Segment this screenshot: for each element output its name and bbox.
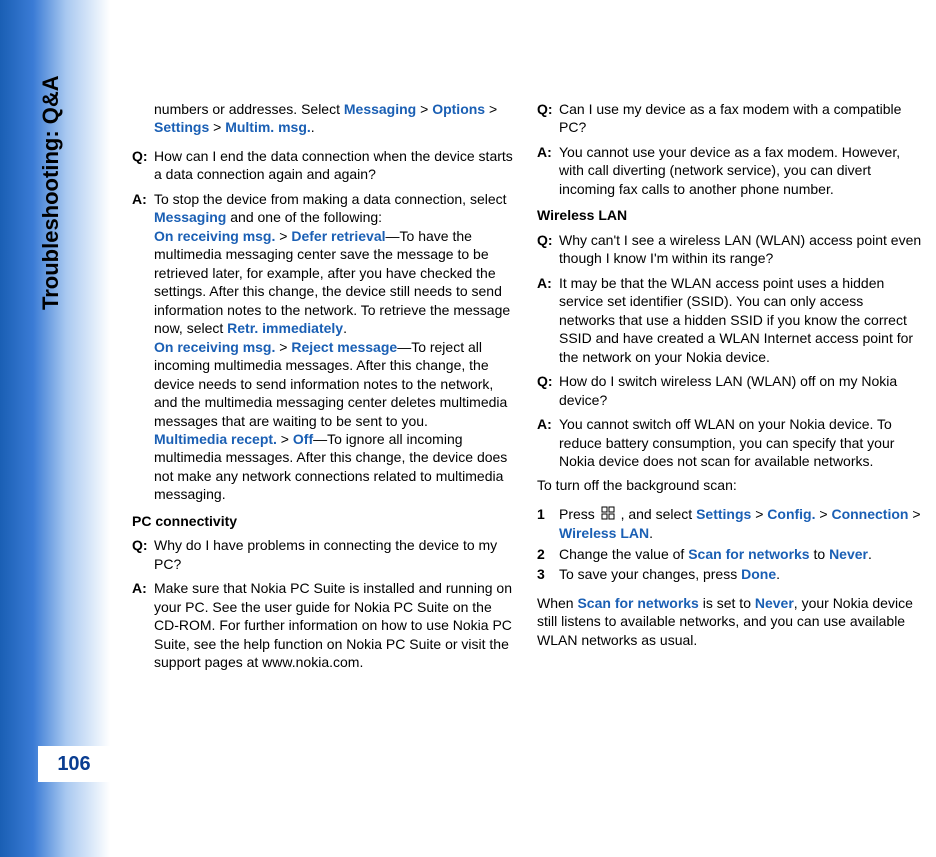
q-label: Q: [537, 100, 559, 137]
item-number: 2 [537, 545, 559, 563]
text: and one of the following: [226, 209, 382, 225]
keyword-never: Never [755, 595, 794, 611]
qa-answer: A: To stop the device from making a data… [132, 190, 517, 504]
keyword-done: Done [741, 566, 776, 582]
text: Press [559, 506, 599, 522]
keyword-settings: Settings [696, 506, 751, 522]
text: > [908, 506, 920, 522]
text: When [537, 595, 577, 611]
text: . [343, 320, 347, 336]
qa-question: Q: How can I end the data connection whe… [132, 147, 517, 184]
text: . [776, 566, 780, 582]
sidebar-title: Troubleshooting: Q&A [38, 75, 64, 310]
qa-question: Q: How do I switch wireless LAN (WLAN) o… [537, 372, 922, 409]
list-item: 1 Press , and select Settings > Config. … [537, 505, 922, 543]
a-body: Make sure that Nokia PC Suite is install… [154, 579, 517, 671]
keyword-defer-retrieval: Defer retrieval [291, 228, 385, 244]
qa-answer: A: It may be that the WLAN access point … [537, 274, 922, 366]
item-number: 3 [537, 565, 559, 583]
text: > [485, 101, 497, 117]
intro-paragraph: numbers or addresses. Select Messaging >… [132, 100, 517, 137]
keyword-multimedia-recept: Multimedia recept. [154, 431, 277, 447]
keyword-scan-for-networks: Scan for networks [688, 546, 809, 562]
keyword-on-receiving-msg: On receiving msg. [154, 339, 275, 355]
text: , and select [617, 506, 696, 522]
item-text: Press , and select Settings > Config. > … [559, 505, 922, 543]
a-label: A: [132, 579, 154, 671]
qa-question: Q: Why can't I see a wireless LAN (WLAN)… [537, 231, 922, 268]
list-item: 2 Change the value of Scan for networks … [537, 545, 922, 563]
text: . [311, 119, 315, 135]
column-left: numbers or addresses. Select Messaging >… [132, 100, 517, 678]
keyword-wireless-lan: Wireless LAN [559, 525, 649, 541]
item-text: To save your changes, press Done. [559, 565, 922, 583]
q-label: Q: [132, 147, 154, 184]
text: to [810, 546, 829, 562]
a-body: It may be that the WLAN access point use… [559, 274, 922, 366]
a-label: A: [537, 143, 559, 198]
keyword-scan-for-networks: Scan for networks [577, 595, 698, 611]
text: > [816, 506, 832, 522]
keyword-reject-message: Reject message [291, 339, 397, 355]
keyword-on-receiving-msg: On receiving msg. [154, 228, 275, 244]
a-label: A: [132, 190, 154, 504]
q-label: Q: [132, 536, 154, 573]
list-item: 3 To save your changes, press Done. [537, 565, 922, 583]
closing-paragraph: When Scan for networks is set to Never, … [537, 594, 922, 649]
a-body: You cannot switch off WLAN on your Nokia… [559, 415, 922, 470]
keyword-config: Config. [767, 506, 815, 522]
a-body: To stop the device from making a data co… [154, 190, 517, 504]
column-right: Q: Can I use my device as a fax modem wi… [537, 100, 922, 678]
text: > [751, 506, 767, 522]
text: is set to [699, 595, 755, 611]
keyword-multim-msg: Multim. msg. [225, 119, 311, 135]
q-body: Can I use my device as a fax modem with … [559, 100, 922, 137]
text: To stop the device from making a data co… [154, 191, 507, 207]
text: numbers or addresses. Select [154, 101, 344, 117]
section-wireless-lan: Wireless LAN [537, 206, 922, 224]
keyword-connection: Connection [831, 506, 908, 522]
text: > [275, 228, 291, 244]
page-number: 106 [57, 753, 90, 776]
scan-intro: To turn off the background scan: [537, 476, 922, 494]
q-label: Q: [537, 231, 559, 268]
text: > [209, 119, 225, 135]
qa-question: Q: Can I use my device as a fax modem wi… [537, 100, 922, 137]
q-label: Q: [537, 372, 559, 409]
q-body: How can I end the data connection when t… [154, 147, 517, 184]
text: . [649, 525, 653, 541]
a-body: You cannot use your device as a fax mode… [559, 143, 922, 198]
a-label: A: [537, 415, 559, 470]
qa-answer: A: You cannot switch off WLAN on your No… [537, 415, 922, 470]
qa-answer: A: Make sure that Nokia PC Suite is inst… [132, 579, 517, 671]
keyword-messaging: Messaging [154, 209, 226, 225]
q-body: Why can't I see a wireless LAN (WLAN) ac… [559, 231, 922, 268]
item-number: 1 [537, 505, 559, 543]
keyword-never: Never [829, 546, 868, 562]
text: > [277, 431, 293, 447]
text: > [416, 101, 432, 117]
keyword-options: Options [432, 101, 485, 117]
menu-key-icon [601, 506, 615, 524]
keyword-retr-immediately: Retr. immediately [227, 320, 343, 336]
qa-question: Q: Why do I have problems in connecting … [132, 536, 517, 573]
q-body: Why do I have problems in connecting the… [154, 536, 517, 573]
sidebar: Troubleshooting: Q&A 106 [0, 0, 110, 857]
item-text: Change the value of Scan for networks to… [559, 545, 922, 563]
a-label: A: [537, 274, 559, 366]
keyword-off: Off [293, 431, 313, 447]
qa-answer: A: You cannot use your device as a fax m… [537, 143, 922, 198]
text: To save your changes, press [559, 566, 741, 582]
section-pc-connectivity: PC connectivity [132, 512, 517, 530]
page-number-box: 106 [38, 746, 110, 782]
numbered-list: 1 Press , and select Settings > Config. … [537, 505, 922, 584]
page-content: numbers or addresses. Select Messaging >… [132, 100, 922, 678]
keyword-messaging: Messaging [344, 101, 416, 117]
text: > [275, 339, 291, 355]
text: . [868, 546, 872, 562]
text: Change the value of [559, 546, 688, 562]
q-body: How do I switch wireless LAN (WLAN) off … [559, 372, 922, 409]
keyword-settings: Settings [154, 119, 209, 135]
